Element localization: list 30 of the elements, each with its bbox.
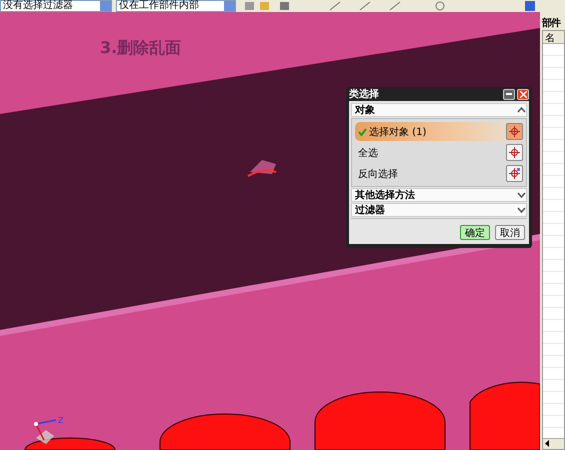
cancel-button[interactable]: 取消: [495, 225, 525, 240]
close-icon: [520, 90, 526, 98]
crosshair-icon: [509, 168, 520, 179]
section-header[interactable]: 其他选择方法: [351, 188, 527, 202]
minimize-icon: [506, 93, 512, 95]
close-button[interactable]: [517, 88, 529, 100]
column-header[interactable]: 名: [543, 31, 564, 44]
selection-row[interactable]: 全选: [355, 143, 523, 162]
section-header[interactable]: 过滤器: [351, 203, 527, 217]
chevron-up-icon: [517, 107, 526, 113]
select-button[interactable]: [506, 123, 523, 140]
selection-row[interactable]: 反向选择: [355, 164, 523, 183]
selection-row[interactable]: 选择对象 (1): [355, 122, 523, 141]
section-header[interactable]: 对象: [351, 103, 527, 117]
select-button[interactable]: [506, 144, 523, 161]
ok-button[interactable]: 确定: [460, 225, 490, 240]
row-label: 选择对象 (1): [369, 126, 426, 138]
axis-label: Z: [58, 416, 64, 425]
step-title: 3.删除乱面: [100, 38, 182, 59]
scroll-left-icon[interactable]: [543, 439, 551, 448]
panel-title: 部件: [542, 16, 562, 30]
crosshair-icon: [509, 147, 520, 158]
row-label: 全选: [358, 146, 378, 160]
row-label: 反向选择: [358, 168, 398, 180]
axis-triad-icon: [32, 418, 58, 444]
minimize-button[interactable]: [503, 88, 515, 100]
select-button[interactable]: [506, 165, 523, 182]
crosshair-icon: [509, 126, 520, 137]
filter-dropdown[interactable]: 没有选择过滤器: [0, 0, 112, 12]
dialog-title: 类选择: [349, 88, 380, 101]
